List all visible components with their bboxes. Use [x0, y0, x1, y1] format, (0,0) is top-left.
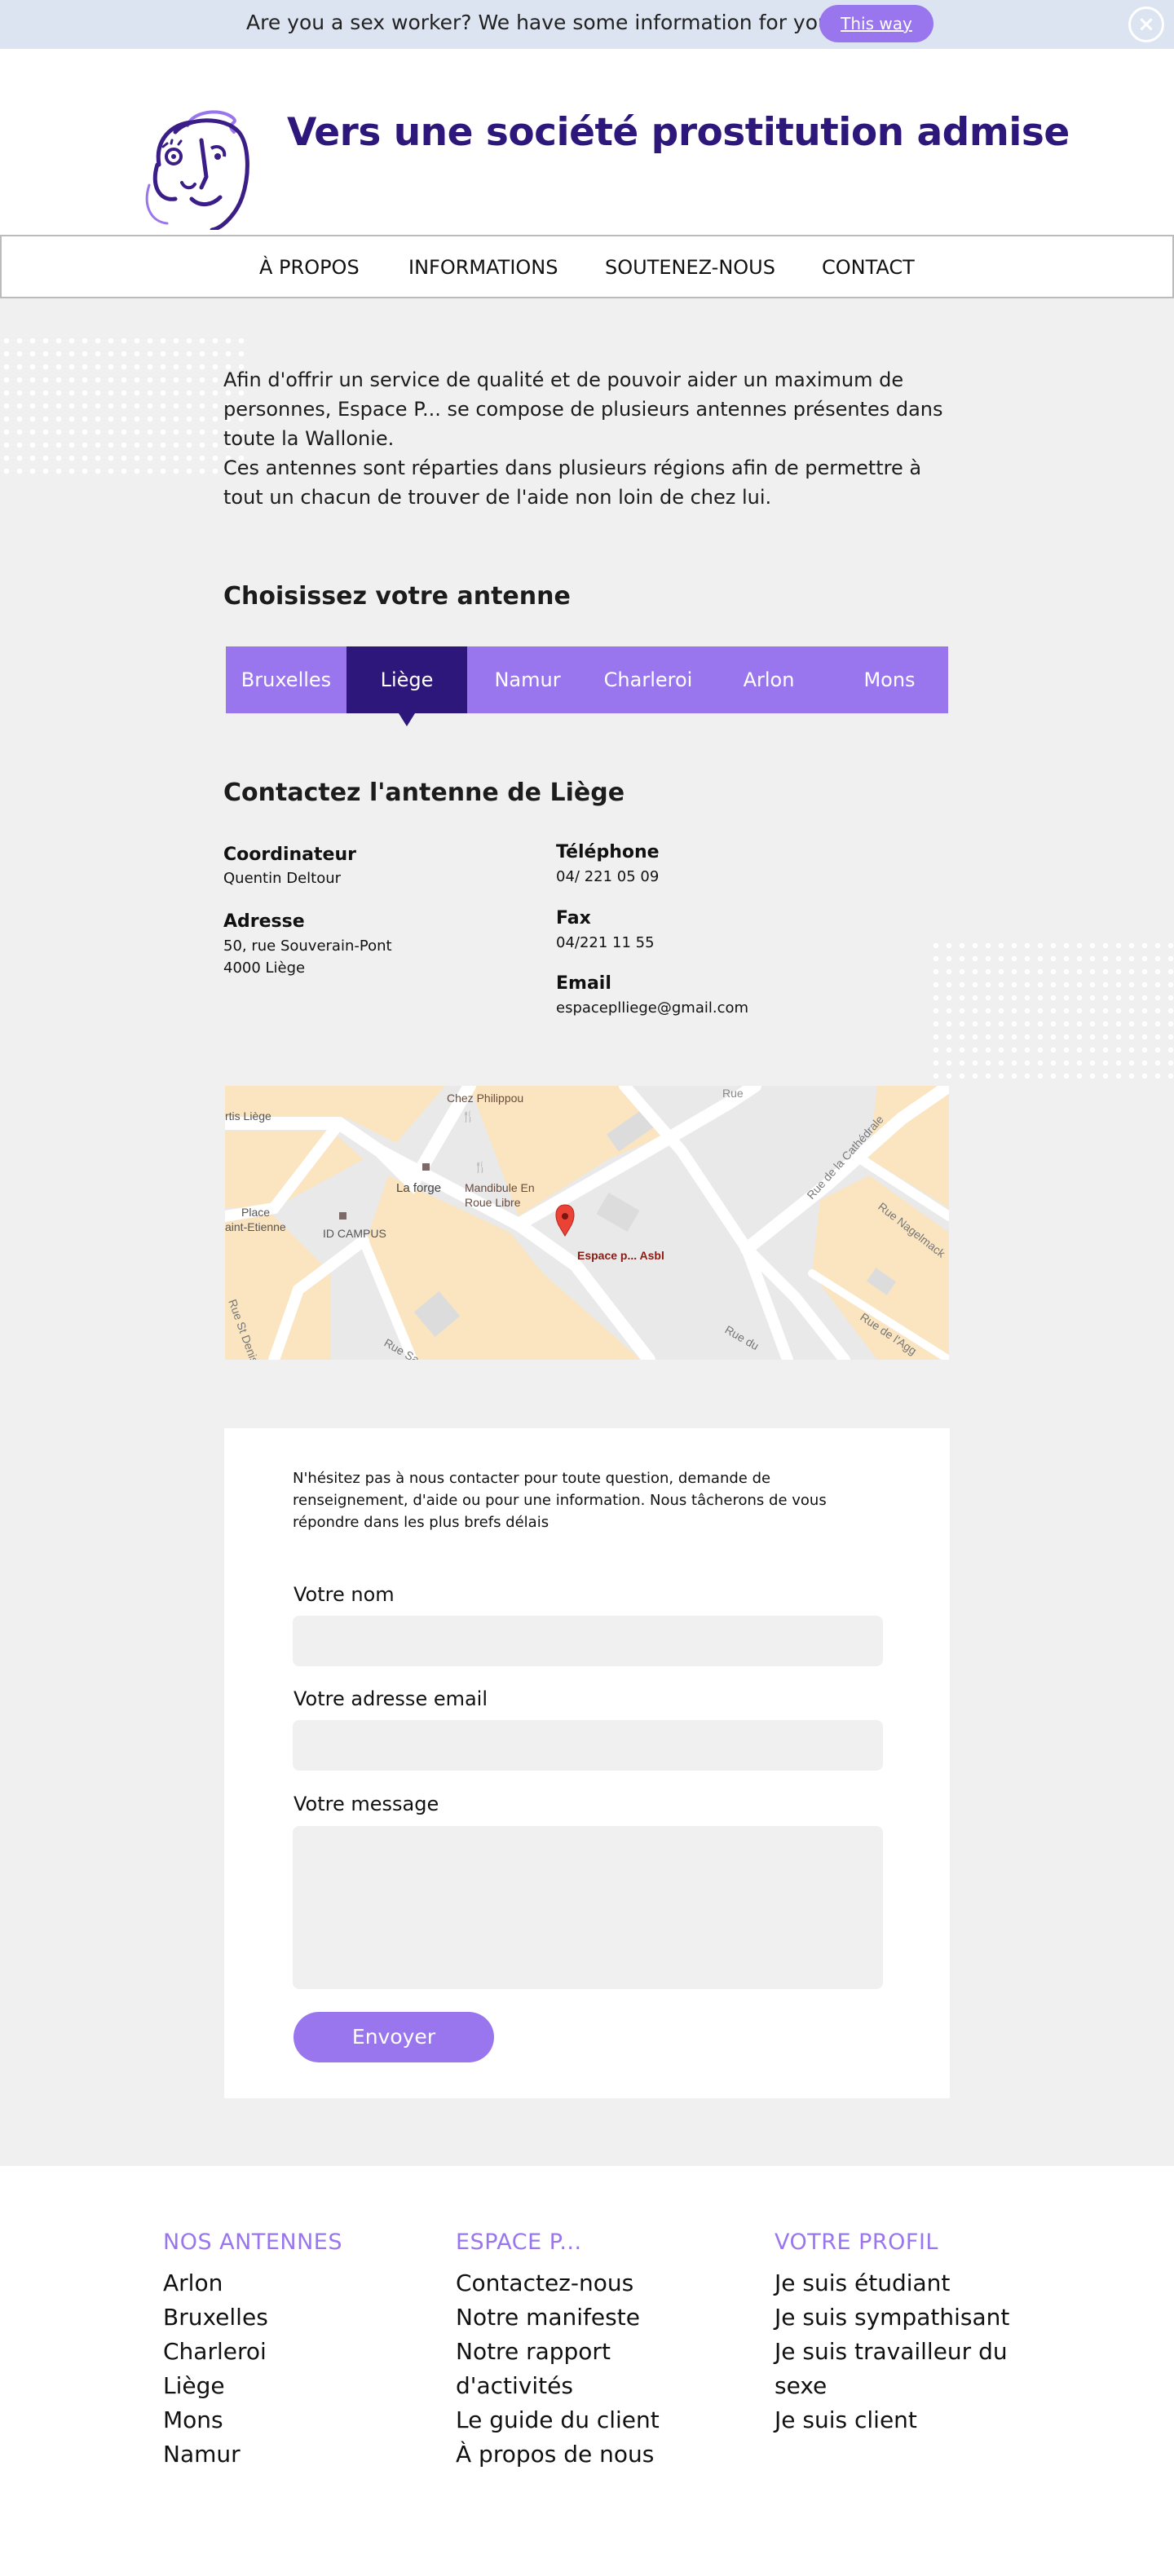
footer-link-bruxelles[interactable]: Bruxelles	[163, 2300, 342, 2335]
intro-paragraph-2: Ces antennes sont réparties dans plusieu…	[223, 457, 922, 509]
banner-text: Are you a sex worker? We have some infor…	[246, 11, 831, 34]
coordinator-value: Quentin Deltour	[223, 870, 342, 887]
email-field-label: Votre adresse email	[294, 1687, 488, 1710]
tab-namur[interactable]: Namur	[467, 646, 588, 713]
tab-charleroi[interactable]: Charleroi	[588, 646, 708, 713]
message-label: Votre message	[294, 1793, 439, 1815]
tab-mons[interactable]: Mons	[829, 646, 950, 713]
nav-item-soutenez-nous[interactable]: SOUTENEZ-NOUS	[605, 256, 775, 279]
footer-link-liege[interactable]: Liège	[163, 2369, 342, 2403]
footer-link-namur[interactable]: Namur	[163, 2437, 342, 2472]
footer-col-profil: VOTRE PROFIL Je suis étudiant Je suis sy…	[775, 2230, 1035, 2437]
footer-link-guide-client[interactable]: Le guide du client	[456, 2403, 684, 2437]
nav-item-contact[interactable]: CONTACT	[822, 256, 915, 279]
contact-form-card: N'hésitez pas à nous contacter pour tout…	[224, 1428, 950, 2098]
name-label: Votre nom	[294, 1583, 395, 1606]
phone-value[interactable]: 04/ 221 05 09	[556, 866, 659, 888]
form-intro-text: N'hésitez pas à nous contacter pour tout…	[293, 1470, 827, 1531]
footer-link-contactez-nous[interactable]: Contactez-nous	[456, 2266, 684, 2300]
footer-link-sympathisant[interactable]: Je suis sympathisant	[775, 2300, 1035, 2335]
email-input[interactable]	[293, 1720, 883, 1771]
dot-pattern-right	[929, 939, 1174, 1086]
site-title: Vers une société prostitution admise	[287, 110, 1070, 155]
footer-link-manifeste[interactable]: Notre manifeste	[456, 2300, 684, 2335]
footer-link-rapport[interactable]: Notre rapport d'activités	[456, 2335, 651, 2403]
close-icon[interactable]: ×	[1128, 7, 1164, 42]
message-textarea[interactable]	[293, 1826, 883, 1989]
footer-link-mons[interactable]: Mons	[163, 2403, 342, 2437]
logo-face-icon	[145, 110, 249, 232]
intro-paragraph-1: Afin d'offrir un service de qualité et d…	[223, 368, 943, 450]
footer-link-charleroi[interactable]: Charleroi	[163, 2335, 342, 2369]
tab-bruxelles[interactable]: Bruxelles	[226, 646, 346, 713]
fax-label: Fax	[556, 908, 591, 929]
intro-text: Afin d'offrir un service de qualité et d…	[223, 365, 957, 512]
coordinator-label: Coordinateur	[223, 845, 356, 865]
antenna-tabs: Bruxelles Liège Namur Charleroi Arlon Mo…	[226, 646, 950, 726]
contact-heading: Contactez l'antenne de Liège	[223, 779, 625, 807]
address-line-1: 50, rue Souverain-Pont	[223, 937, 392, 955]
antenna-heading: Choisissez votre antenne	[223, 582, 571, 611]
svg-text:Espace p... Asbl: Espace p... Asbl	[577, 1249, 664, 1262]
svg-text:rtis Liège: rtis Liège	[225, 1109, 271, 1123]
footer-col-antennes: NOS ANTENNES Arlon Bruxelles Charleroi L…	[163, 2230, 342, 2472]
svg-text:🍴: 🍴	[461, 1110, 474, 1123]
footer-link-etudiant[interactable]: Je suis étudiant	[775, 2266, 1035, 2300]
tab-arlon[interactable]: Arlon	[708, 646, 829, 713]
phone-label: Téléphone	[556, 842, 660, 862]
footer-heading-espace-p: ESPACE P...	[456, 2230, 582, 2255]
this-way-button[interactable]: This way	[819, 5, 933, 42]
footer-link-travailleur[interactable]: Je suis travailleur du sexe	[775, 2335, 1035, 2403]
email-label: Email	[556, 973, 611, 994]
site-footer: NOS ANTENNES Arlon Bruxelles Charleroi L…	[0, 2166, 1174, 2576]
footer-heading-profil: VOTRE PROFIL	[775, 2230, 938, 2255]
svg-text:Place: Place	[241, 1206, 270, 1219]
svg-text:La forge: La forge	[396, 1181, 441, 1195]
nav-item-informations[interactable]: INFORMATIONS	[408, 256, 558, 279]
submit-button[interactable]: Envoyer	[294, 2012, 494, 2062]
svg-text:ID CAMPUS: ID CAMPUS	[323, 1227, 386, 1240]
svg-text:Mandibule En: Mandibule En	[465, 1181, 535, 1194]
footer-link-a-propos[interactable]: À propos de nous	[456, 2437, 684, 2472]
svg-text:Roue Libre: Roue Libre	[465, 1196, 521, 1209]
svg-text:🍴: 🍴	[474, 1161, 487, 1174]
fax-value: 04/221 11 55	[556, 934, 655, 951]
svg-text:aint-Etienne: aint-Etienne	[225, 1220, 286, 1233]
footer-link-arlon[interactable]: Arlon	[163, 2266, 342, 2300]
name-input[interactable]	[293, 1616, 883, 1666]
footer-link-client[interactable]: Je suis client	[775, 2403, 1035, 2437]
location-map[interactable]: 🍴 🍴 Chez Philippou Rue rtis Liège La for…	[225, 1086, 949, 1360]
svg-text:Chez Philippou: Chez Philippou	[447, 1092, 523, 1105]
footer-col-espace-p: ESPACE P... Contactez-nous Notre manifes…	[456, 2230, 684, 2472]
address-line-2: 4000 Liège	[223, 959, 306, 977]
site-header: espace•p Vers une société prostitution a…	[0, 49, 1174, 260]
address-label: Adresse	[223, 911, 305, 932]
main-nav: À PROPOS INFORMATIONS SOUTENEZ-NOUS CONT…	[0, 235, 1174, 298]
svg-text:Rue: Rue	[722, 1087, 744, 1100]
footer-heading-antennes: NOS ANTENNES	[163, 2230, 342, 2255]
info-banner: Are you a sex worker? We have some infor…	[0, 0, 1174, 49]
dot-pattern-left	[0, 334, 245, 481]
email-value[interactable]: espaceplliege@gmail.com	[556, 997, 748, 1019]
tab-liege[interactable]: Liège	[346, 646, 467, 726]
nav-item-a-propos[interactable]: À PROPOS	[259, 256, 360, 279]
